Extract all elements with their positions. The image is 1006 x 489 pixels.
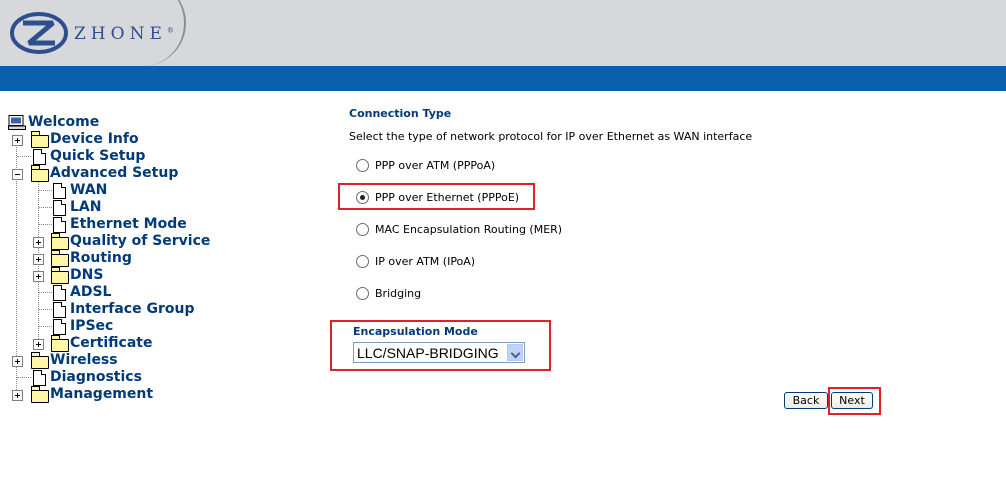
radio-bridging[interactable]: [356, 287, 369, 300]
expand-plus-icon[interactable]: [33, 237, 44, 248]
document-icon: [53, 302, 66, 318]
expand-plus-icon[interactable]: [33, 254, 44, 265]
folder-icon: [31, 352, 49, 369]
expand-plus-icon[interactable]: [12, 135, 23, 146]
blue-nav-bar: [0, 66, 1006, 91]
nav-wireless[interactable]: Wireless: [0, 352, 130, 369]
nav-label-dns: DNS: [70, 267, 104, 283]
option-bridging-label: Bridging: [375, 287, 422, 300]
nav-certificate[interactable]: Certificate: [0, 335, 160, 352]
document-icon: [53, 319, 66, 335]
nav-label-interface-group: Interface Group: [70, 301, 195, 317]
nav-dns[interactable]: DNS: [0, 267, 120, 284]
option-pppoe-label: PPP over Ethernet (PPPoE): [375, 191, 520, 204]
next-button[interactable]: Next: [831, 392, 873, 409]
nav-label-routing: Routing: [70, 250, 132, 266]
nav-label-ipsec: IPSec: [70, 318, 114, 334]
nav-routing[interactable]: Routing: [0, 250, 140, 267]
zhone-logo-icon: [10, 12, 68, 54]
nav-ethernet-mode[interactable]: Ethernet Mode: [0, 216, 187, 233]
nav-quick-setup[interactable]: Quick Setup: [0, 148, 145, 165]
folder-icon: [31, 131, 49, 148]
option-ipoa[interactable]: IP over ATM (IPoA): [356, 254, 556, 270]
document-icon: [33, 149, 46, 165]
document-icon: [53, 285, 66, 301]
collapse-minus-icon[interactable]: [12, 169, 23, 180]
nav-label-wan: WAN: [70, 182, 108, 198]
radio-mer[interactable]: [356, 223, 369, 236]
nav-device-info[interactable]: Device Info: [0, 131, 140, 148]
nav-label-diagnostics: Diagnostics: [50, 369, 142, 385]
option-bridging[interactable]: Bridging: [356, 286, 556, 302]
folder-icon: [51, 335, 69, 352]
computer-icon: [8, 115, 26, 130]
option-pppoa-label: PPP over ATM (PPPoA): [375, 159, 496, 172]
radio-pppoe[interactable]: [356, 191, 369, 204]
nav-label-welcome: Welcome: [28, 114, 100, 130]
logo-wordmark: ZHONE®: [74, 24, 174, 44]
encapsulation-mode-select[interactable]: LLC/SNAP-BRIDGING: [353, 342, 525, 363]
folder-icon: [51, 267, 69, 284]
nav-advanced-setup[interactable]: Advanced Setup: [0, 165, 178, 182]
nav-lan[interactable]: LAN: [0, 199, 110, 216]
option-pppoe[interactable]: PPP over Ethernet (PPPoE): [356, 190, 556, 206]
radio-pppoa[interactable]: [356, 159, 369, 172]
section-description: Select the type of network protocol for …: [349, 130, 753, 143]
logo-text: ZHONE: [74, 24, 167, 44]
nav-label-quick-setup: Quick Setup: [50, 148, 146, 164]
nav-label-advanced-setup: Advanced Setup: [50, 165, 179, 181]
nav-label-wireless: Wireless: [50, 352, 118, 368]
expand-plus-icon[interactable]: [33, 339, 44, 350]
nav-label-device-info: Device Info: [50, 131, 139, 147]
header-banner: ZHONE®: [0, 0, 1006, 66]
nav-tree: Welcome Device Info Quick Setup Advanced…: [0, 114, 330, 414]
logo-trademark: ®: [166, 26, 174, 35]
nav-wan[interactable]: WAN: [0, 182, 110, 199]
folder-icon: [51, 233, 69, 250]
nav-interface-group[interactable]: Interface Group: [0, 301, 194, 318]
document-icon: [53, 217, 66, 233]
option-mer[interactable]: MAC Encapsulation Routing (MER): [356, 222, 576, 238]
back-button[interactable]: Back: [784, 392, 828, 409]
nav-label-adsl: ADSL: [70, 284, 112, 300]
option-mer-label: MAC Encapsulation Routing (MER): [375, 223, 563, 236]
nav-diagnostics[interactable]: Diagnostics: [0, 369, 142, 386]
folder-icon: [51, 250, 69, 267]
option-pppoa[interactable]: PPP over ATM (PPPoA): [356, 158, 556, 174]
encapsulation-mode-value: LLC/SNAP-BRIDGING: [357, 345, 499, 361]
document-icon: [33, 370, 46, 386]
nav-label-ethernet-mode: Ethernet Mode: [70, 216, 187, 232]
expand-plus-icon[interactable]: [12, 356, 23, 367]
encapsulation-label: Encapsulation Mode: [353, 325, 478, 338]
document-icon: [53, 200, 66, 216]
dropdown-arrow-icon[interactable]: [507, 344, 523, 361]
nav-ipsec[interactable]: IPSec: [0, 318, 120, 335]
expand-plus-icon[interactable]: [12, 390, 23, 401]
nav-label-qos: Quality of Service: [70, 233, 211, 249]
nav-label-lan: LAN: [70, 199, 102, 215]
option-ipoa-label: IP over ATM (IPoA): [375, 255, 476, 268]
nav-welcome[interactable]: Welcome: [8, 114, 128, 131]
nav-label-certificate: Certificate: [70, 335, 153, 351]
section-title: Connection Type: [349, 107, 452, 120]
document-icon: [53, 183, 66, 199]
expand-plus-icon[interactable]: [33, 271, 44, 282]
radio-ipoa[interactable]: [356, 255, 369, 268]
folder-icon: [31, 386, 49, 403]
nav-label-management: Management: [50, 386, 154, 402]
nav-quality-of-service[interactable]: Quality of Service: [0, 233, 210, 250]
nav-adsl[interactable]: ADSL: [0, 284, 120, 301]
nav-management[interactable]: Management: [0, 386, 154, 403]
open-folder-icon: [31, 165, 49, 182]
